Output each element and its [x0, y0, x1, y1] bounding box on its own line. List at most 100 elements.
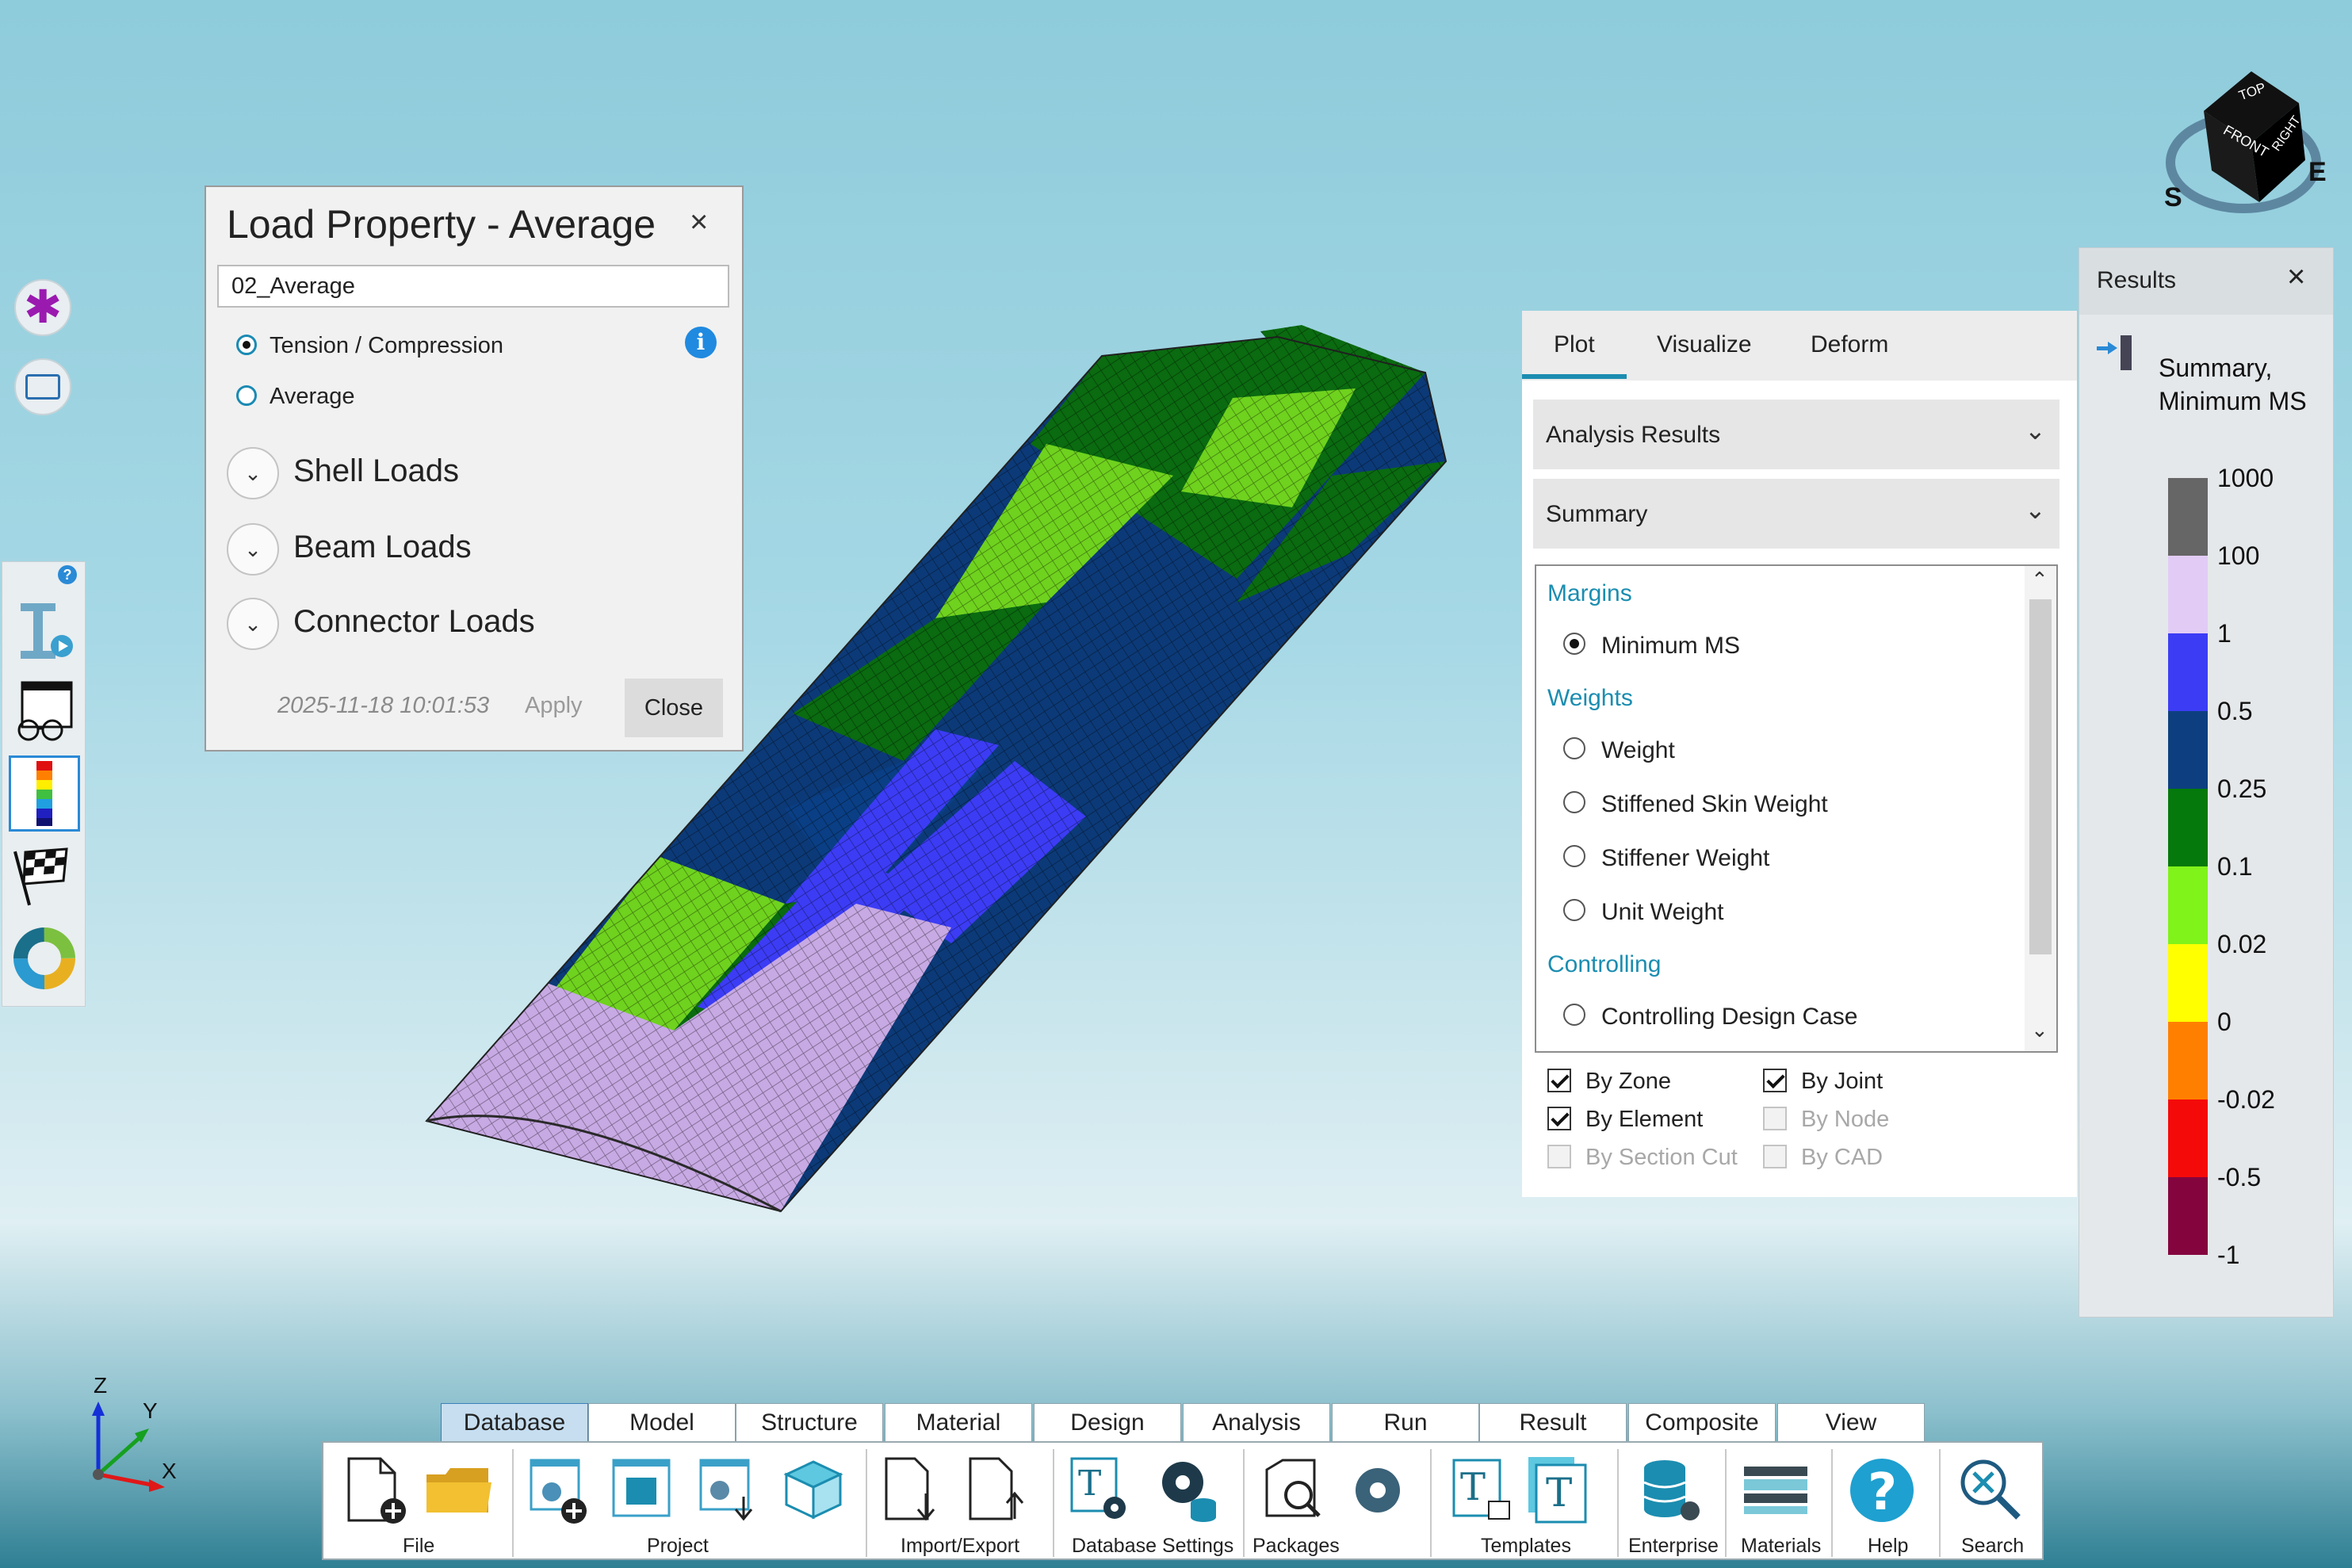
tab-composite[interactable]: Composite — [1628, 1403, 1776, 1443]
analysis-results-value: Analysis Results — [1546, 422, 1721, 448]
section-properties-tool[interactable] — [9, 592, 80, 668]
tab-plot[interactable]: Plot — [1554, 331, 1595, 358]
by-node-label: By Node — [1801, 1107, 1890, 1132]
stiffener-weight-radio[interactable] — [1563, 845, 1585, 867]
weight-radio[interactable] — [1563, 737, 1585, 759]
tab-material[interactable]: Material — [885, 1403, 1032, 1443]
stiffened-skin-weight-radio[interactable] — [1563, 791, 1585, 813]
minimum-ms-radio[interactable] — [1563, 633, 1585, 655]
apply-button[interactable]: Apply — [525, 693, 583, 719]
open-project-icon[interactable] — [609, 1454, 682, 1527]
summary-dropdown[interactable]: Summary ⌄ — [1533, 479, 2059, 549]
tab-view[interactable]: View — [1777, 1403, 1925, 1443]
tab-analysis[interactable]: Analysis — [1183, 1403, 1330, 1443]
tension-compression-label[interactable]: Tension / Compression — [270, 333, 503, 359]
package-search-icon[interactable] — [1259, 1454, 1332, 1527]
by-joint-checkbox[interactable] — [1763, 1069, 1787, 1092]
tension-compression-radio[interactable] — [236, 335, 257, 355]
results-close-icon[interactable]: × — [2287, 259, 2305, 295]
tab-database[interactable]: Database — [441, 1403, 588, 1443]
template-stack-icon[interactable]: T — [1524, 1454, 1597, 1527]
connector-loads-label[interactable]: Connector Loads — [293, 604, 535, 640]
beam-loads-expand-button[interactable]: ⌄ — [227, 523, 279, 576]
scrollbar-thumb[interactable] — [2029, 599, 2052, 954]
connector-loads-expand-button[interactable]: ⌄ — [227, 598, 279, 650]
by-zone-checkbox[interactable] — [1547, 1069, 1571, 1092]
new-file-icon[interactable] — [339, 1454, 412, 1527]
by-element-label[interactable]: By Element — [1585, 1107, 1703, 1133]
enterprise-database-icon[interactable] — [1633, 1454, 1706, 1527]
legend-subtitle: Summary, Minimum MS — [2159, 354, 2307, 415]
shell-loads-label[interactable]: Shell Loads — [293, 453, 459, 489]
chevron-down-icon: ⌄ — [2025, 416, 2046, 445]
donut-chart-icon — [13, 927, 75, 989]
results-contour-tool[interactable] — [9, 755, 80, 832]
close-button[interactable]: Close — [625, 679, 723, 737]
average-radio[interactable] — [236, 385, 257, 406]
import-file-icon[interactable] — [878, 1454, 951, 1527]
tab-visualize[interactable]: Visualize — [1657, 331, 1752, 358]
pin-panel-icon[interactable] — [2097, 335, 2135, 370]
tab-design[interactable]: Design — [1034, 1403, 1181, 1443]
scroll-up-icon[interactable]: ⌃ — [2031, 568, 2048, 592]
view-cube[interactable]: TOP FRONT RIGHT S E — [2156, 55, 2331, 214]
legend-swatch-0-1 — [2168, 866, 2208, 944]
by-zone-label[interactable]: By Zone — [1585, 1069, 1671, 1095]
info-icon[interactable]: i — [685, 327, 717, 358]
dialog-close-icon[interactable]: × — [690, 205, 708, 240]
view-inspector-tool[interactable] — [9, 673, 80, 749]
tab-run[interactable]: Run — [1332, 1403, 1479, 1443]
stiffener-weight-label[interactable]: Stiffener Weight — [1601, 845, 1769, 872]
rectangle-select-button[interactable] — [14, 358, 71, 415]
package-box-icon[interactable] — [777, 1454, 850, 1527]
tab-deform[interactable]: Deform — [1811, 331, 1888, 358]
database-gear-icon[interactable] — [1151, 1454, 1224, 1527]
unit-weight-label[interactable]: Unit Weight — [1601, 899, 1724, 926]
svg-text:?: ? — [1868, 1463, 1897, 1522]
weight-label[interactable]: Weight — [1601, 737, 1675, 764]
open-folder-icon[interactable] — [422, 1454, 495, 1527]
left-toolbar: ? — [2, 561, 86, 1007]
legend-swatch-0-25 — [2168, 789, 2208, 866]
donut-chart-tool[interactable] — [9, 920, 80, 996]
group-packages-label: Packages — [1252, 1535, 1340, 1557]
beam-loads-label[interactable]: Beam Loads — [293, 530, 472, 565]
unit-weight-radio[interactable] — [1563, 899, 1585, 921]
compass-s-label[interactable]: S — [2164, 182, 2182, 213]
tab-model[interactable]: Model — [588, 1403, 736, 1443]
stiffened-skin-weight-label[interactable]: Stiffened Skin Weight — [1601, 791, 1828, 818]
finish-flag-tool[interactable] — [9, 838, 80, 914]
by-element-checkbox[interactable] — [1547, 1107, 1571, 1130]
template-icon[interactable]: T — [1446, 1454, 1519, 1527]
average-label[interactable]: Average — [270, 384, 355, 410]
new-project-icon[interactable] — [526, 1454, 599, 1527]
search-icon[interactable] — [1953, 1454, 2026, 1527]
results-title: Results — [2097, 267, 2177, 293]
tab-result[interactable]: Result — [1479, 1403, 1627, 1443]
load-property-name-field[interactable]: 02_Average — [217, 265, 729, 308]
controlling-design-case-radio[interactable] — [1563, 1004, 1585, 1026]
list-scrollbar[interactable]: ⌃ ⌄ — [2025, 566, 2056, 1051]
legend-label: 1000 — [2217, 464, 2274, 492]
database-text-settings-icon[interactable]: T — [1064, 1454, 1137, 1527]
compass-e-label[interactable]: E — [2308, 157, 2327, 188]
svg-text:T: T — [1078, 1463, 1101, 1504]
group-search-label: Search — [1961, 1535, 2025, 1557]
import-project-icon[interactable] — [696, 1454, 769, 1527]
asterisk-button[interactable]: ✱ — [14, 279, 71, 336]
materials-layers-icon[interactable] — [1739, 1454, 1812, 1527]
controlling-design-case-label[interactable]: Controlling Design Case — [1601, 1004, 1858, 1031]
help-badge-icon[interactable]: ? — [58, 565, 77, 584]
tab-structure[interactable]: Structure — [736, 1403, 883, 1443]
by-joint-label[interactable]: By Joint — [1801, 1069, 1883, 1095]
export-file-icon[interactable] — [962, 1454, 1035, 1527]
shell-loads-expand-button[interactable]: ⌄ — [227, 447, 279, 499]
scroll-down-icon[interactable]: ⌄ — [2031, 1018, 2048, 1042]
minimum-ms-label[interactable]: Minimum MS — [1601, 633, 1740, 660]
group-help-label: Help — [1868, 1535, 1909, 1557]
analysis-results-dropdown[interactable]: Analysis Results ⌄ — [1533, 400, 2059, 469]
ribbon-separator — [1617, 1449, 1619, 1557]
package-gear-icon[interactable] — [1341, 1454, 1414, 1527]
help-icon[interactable]: ? — [1845, 1454, 1918, 1527]
axis-x-label: X — [162, 1459, 177, 1483]
